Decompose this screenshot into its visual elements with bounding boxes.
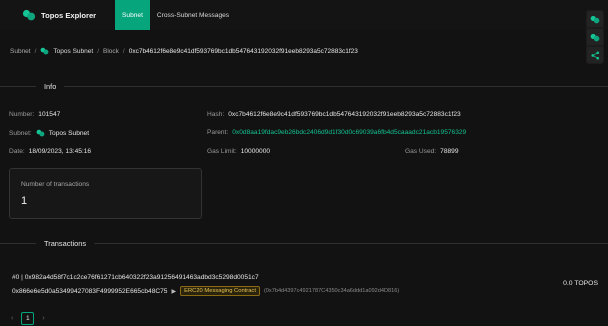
transaction-count-card: Number of transactions 1 — [9, 168, 202, 219]
transaction-hash[interactable]: #0 | 0x982a4d58f7c1c2ce76f61271cb640322f… — [12, 274, 259, 281]
page-1-button[interactable]: 1 — [21, 312, 35, 325]
divider — [0, 85, 36, 87]
block-parent-field: Parent: 0x0d8aa19fdac9eb26bdc2406d9d1f30… — [207, 129, 466, 136]
pagination: ‹ 1 › — [11, 312, 45, 325]
block-date-field: Date: 18/09/2023, 13:45:16 — [9, 148, 91, 155]
block-subnet-value[interactable]: Topos Subnet — [49, 130, 89, 137]
transaction-count-label: Number of transactions — [21, 181, 90, 188]
block-hash-field: Hash: 0xc7b4612f6e8e9c41df593769bc1db547… — [207, 111, 461, 118]
block-date-label: Date: — [9, 148, 25, 155]
info-title: Info — [44, 81, 57, 91]
block-parent-label: Parent: — [207, 129, 229, 136]
app-title: Topos Explorer — [41, 10, 97, 20]
topos-logo-icon — [590, 15, 600, 23]
subnet-select-button[interactable] — [587, 11, 603, 27]
block-subnet-label: Subnet: — [9, 129, 32, 137]
breadcrumb-topos-subnet-label: Topos Subnet — [53, 47, 94, 55]
breadcrumb-subnet[interactable]: Subnet — [10, 48, 31, 55]
breadcrumb-block: Block — [103, 47, 119, 55]
topos-logo-icon — [590, 33, 600, 41]
tab-cross-subnet-messages[interactable]: Cross-Subnet Messages — [150, 0, 236, 30]
transaction-from-address[interactable]: 0x866e6e5d0a53499427083F4999952E665cb48C… — [12, 288, 167, 295]
transaction-count-value: 1 — [21, 195, 28, 207]
info-section-header: Info — [0, 80, 608, 92]
breadcrumb-current-block: 0xc7b4612f6e8e9c41df593769bc1db547643192… — [128, 47, 358, 55]
gas-limit-label: Gas Limit: — [207, 148, 237, 155]
chevron-left-icon[interactable]: ‹ — [11, 315, 13, 322]
block-hash-value: 0xc7b4612f6e8e9c41df593769bc1db547643192… — [228, 111, 461, 118]
gas-limit-value: 10000000 — [240, 148, 271, 155]
divider — [0, 242, 36, 244]
block-hash-label: Hash: — [207, 111, 225, 118]
tab-subnet[interactable]: Subnet — [115, 0, 150, 30]
app-logo[interactable]: Topos Explorer — [0, 0, 115, 30]
breadcrumb-separator: / — [122, 47, 125, 55]
transaction-to-address[interactable]: (0x7b4d4397c4921787C4350c34a6ddd1a092d4D… — [264, 288, 399, 294]
topos-logo-icon — [41, 47, 49, 55]
gas-used-field: Gas Used: 78899 — [405, 148, 459, 155]
transaction-from-to: 0x866e6e5d0a53499427083F4999952E665cb48C… — [12, 286, 399, 296]
block-number-label: Number: — [9, 111, 35, 118]
block-number-field: Number: 101547 — [9, 111, 60, 118]
topos-logo-icon — [22, 9, 36, 21]
gas-used-label: Gas Used: — [405, 148, 437, 155]
topos-logo-icon — [36, 129, 45, 137]
transactions-section-header: Transactions — [0, 237, 608, 249]
chevron-right-icon[interactable]: › — [42, 315, 44, 322]
block-parent-link[interactable]: 0x0d8aa19fdac9eb26bdc2406d9d1f30d0c69039… — [232, 129, 466, 136]
breadcrumb-separator: / — [34, 47, 37, 55]
divider — [94, 242, 608, 244]
side-toolbar — [586, 10, 604, 64]
block-number-value: 101547 — [38, 111, 61, 118]
transaction-amount: 0.0 TOPOS — [563, 280, 598, 287]
arrow-right-icon: ▶ — [171, 288, 177, 295]
transactions-title: Transactions — [44, 238, 87, 248]
gas-limit-field: Gas Limit: 10000000 — [207, 148, 270, 155]
erc20-messaging-contract-badge: ERC20 Messaging Contract — [180, 286, 260, 296]
network-button[interactable] — [587, 47, 603, 63]
breadcrumb: Subnet / Topos Subnet / Block / 0xc7b461… — [10, 47, 358, 55]
block-date-value: 18/09/2023, 13:45:16 — [28, 148, 92, 155]
breadcrumb-topos-subnet[interactable]: Topos Subnet — [40, 47, 93, 55]
share-network-icon — [590, 50, 599, 60]
top-navbar: Topos Explorer Subnet Cross-Subnet Messa… — [0, 0, 608, 30]
subnet-select-button-2[interactable] — [587, 29, 603, 45]
gas-used-value: 78899 — [440, 148, 459, 155]
breadcrumb-separator: / — [97, 47, 99, 55]
divider — [64, 85, 608, 87]
block-subnet-field: Subnet: Topos Subnet — [9, 129, 89, 137]
